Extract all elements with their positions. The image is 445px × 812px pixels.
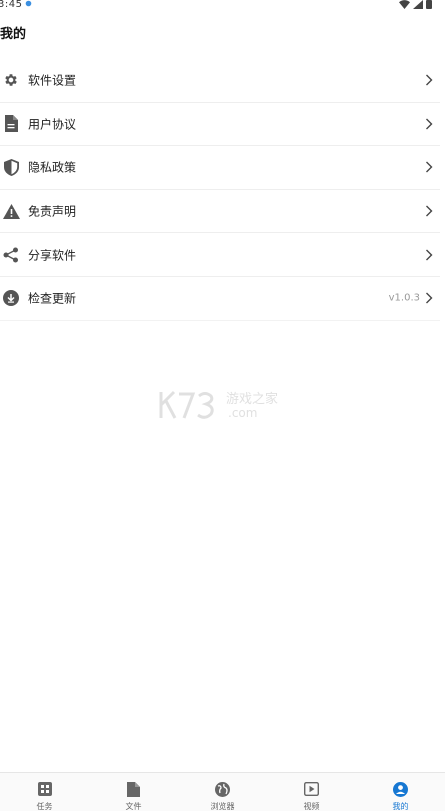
nav-label: 任务 <box>0 801 89 812</box>
play-icon <box>304 781 320 797</box>
menu-item-privacy-policy[interactable]: 隐私政策 <box>0 146 440 190</box>
nav-label: 文件 <box>89 801 178 812</box>
signal-icon <box>413 0 423 9</box>
chevron-right-icon <box>425 118 433 130</box>
menu-item-check-update[interactable]: 检查更新 v1.0.3 <box>0 277 440 321</box>
menu-item-share-app[interactable]: 分享软件 <box>0 233 440 277</box>
status-bar: 3:45 <box>0 0 445 12</box>
menu-item-label: 免责声明 <box>28 203 76 220</box>
menu-item-user-agreement[interactable]: 用户协议 <box>0 103 440 147</box>
nav-tab-tasks[interactable]: 任务 <box>0 773 89 811</box>
file-icon <box>126 781 142 797</box>
watermark-logo: 游戏之家 .com <box>158 388 288 422</box>
page-title: 我的 <box>0 23 26 42</box>
share-icon <box>2 246 20 264</box>
menu-item-label: 隐私政策 <box>28 159 76 176</box>
nav-tab-video[interactable]: 视频 <box>267 773 356 811</box>
nav-tab-mine[interactable]: 我的 <box>356 773 445 811</box>
watermark-text: 游戏之家 <box>226 391 278 407</box>
notification-icon <box>25 0 32 7</box>
download-icon <box>2 289 20 307</box>
settings-menu: 软件设置 用户协议 隐私政策 免责声明 分享软件 检查更新 v <box>0 59 440 321</box>
chevron-right-icon <box>425 74 433 86</box>
globe-icon <box>215 781 231 797</box>
wifi-icon <box>399 0 410 9</box>
nav-tab-files[interactable]: 文件 <box>89 773 178 811</box>
watermark: 游戏之家 .com <box>158 388 288 422</box>
menu-item-label: 用户协议 <box>28 115 76 132</box>
gear-icon <box>2 71 20 89</box>
menu-item-label: 分享软件 <box>28 246 76 263</box>
document-icon <box>2 115 20 133</box>
nav-tab-browser[interactable]: 浏览器 <box>178 773 267 811</box>
nav-label: 我的 <box>356 801 445 812</box>
nav-label: 浏览器 <box>178 801 267 812</box>
watermark-sub: .com <box>228 406 257 420</box>
menu-item-settings[interactable]: 软件设置 <box>0 59 440 103</box>
warning-icon <box>2 202 20 220</box>
grid-icon <box>37 781 53 797</box>
shield-icon <box>2 158 20 176</box>
battery-icon <box>426 0 432 9</box>
chevron-right-icon <box>425 205 433 217</box>
status-time: 3:45 <box>0 0 22 10</box>
chevron-right-icon <box>425 249 433 261</box>
person-icon <box>393 781 409 797</box>
menu-item-label: 软件设置 <box>28 72 76 89</box>
nav-label: 视频 <box>267 801 356 812</box>
chevron-right-icon <box>425 161 433 173</box>
menu-item-disclaimer[interactable]: 免责声明 <box>0 190 440 234</box>
bottom-nav: 任务 文件 浏览器 视频 我的 <box>0 772 445 811</box>
menu-item-label: 检查更新 <box>28 290 76 307</box>
status-indicators <box>399 0 432 9</box>
version-value: v1.0.3 <box>389 293 420 304</box>
chevron-right-icon <box>425 292 433 304</box>
